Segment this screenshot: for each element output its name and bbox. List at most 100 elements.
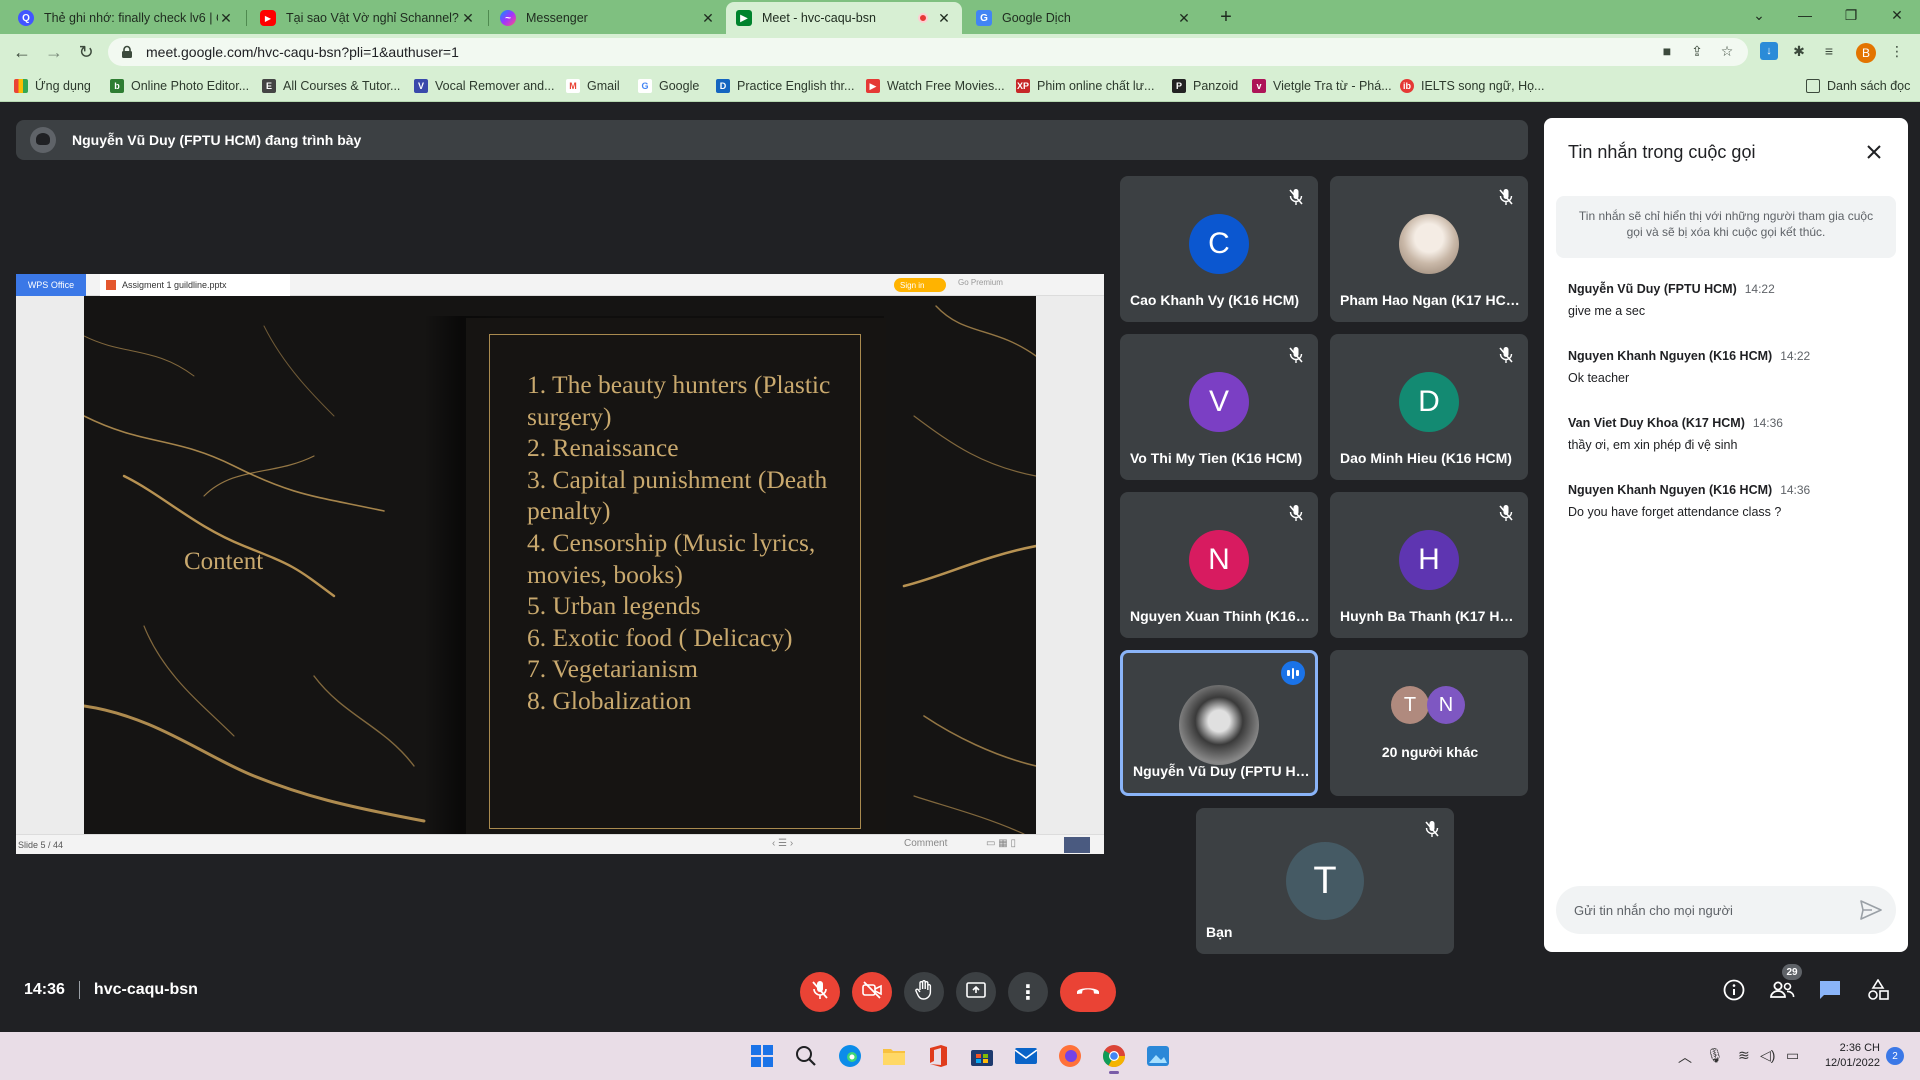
bookmark-ielts[interactable]: ib IELTS song ngữ, Họ... xyxy=(1400,77,1544,95)
media-queue-icon[interactable]: ≡ xyxy=(1820,42,1838,60)
battery-icon[interactable]: ▭ xyxy=(1786,1047,1799,1064)
tab-divider xyxy=(246,10,247,26)
chat-message-header: Nguyễn Vũ Duy (FPTU HCM) 14:22 xyxy=(1568,280,1888,298)
windows-start-icon[interactable] xyxy=(746,1040,778,1072)
topic-item: 8. Globalization xyxy=(527,685,692,715)
participant-tile[interactable]: V Vo Thi My Tien (K16 HCM) xyxy=(1120,334,1318,480)
participant-name: Pham Hao Ngan (K17 HCM) xyxy=(1340,292,1520,308)
activities-button[interactable] xyxy=(1862,976,1894,1008)
minimize-icon[interactable]: — xyxy=(1782,0,1828,30)
browser-tab-messenger[interactable]: ~ Messenger ✕ xyxy=(490,2,726,34)
firefox-icon[interactable] xyxy=(1054,1040,1086,1072)
forward-arrow-icon[interactable]: → xyxy=(42,40,66,64)
window-close-icon[interactable]: ✕ xyxy=(1874,0,1920,30)
profile-avatar[interactable]: B xyxy=(1856,43,1876,63)
practice-english-icon: D xyxy=(716,79,730,93)
meet-stage: Nguyễn Vũ Duy (FPTU HCM) đang trình bày … xyxy=(0,102,1920,1032)
leave-call-button[interactable] xyxy=(1060,972,1116,1012)
slideshow-play-icon xyxy=(1064,837,1090,853)
toggle-mic-button[interactable] xyxy=(800,972,840,1012)
participants-button[interactable] xyxy=(1766,976,1798,1008)
participant-avatar: H xyxy=(1399,530,1459,590)
close-icon[interactable]: ✕ xyxy=(936,10,952,27)
bookmark-apps[interactable]: Ứng dụng xyxy=(14,77,91,95)
tray-expand-icon[interactable]: ︿ xyxy=(1678,1047,1692,1067)
extension-download-icon[interactable]: ↓ xyxy=(1760,42,1778,60)
close-icon[interactable]: ✕ xyxy=(218,10,234,27)
wps-file-name: Assigment 1 guildline.pptx xyxy=(122,280,227,290)
participant-tile[interactable]: N Nguyen Xuan Thinh (K16 HCM) xyxy=(1120,492,1318,638)
edge-icon[interactable] xyxy=(834,1040,866,1072)
bookmark-gmail[interactable]: M Gmail xyxy=(566,77,620,95)
bookmark-movies[interactable]: ▶ Watch Free Movies... xyxy=(866,77,1005,95)
message-sender: Nguyen Khanh Nguyen (K16 HCM) xyxy=(1568,349,1773,363)
others-tile[interactable]: T N 20 người khác xyxy=(1330,650,1528,796)
browser-tab-meet[interactable]: ▶ Meet - hvc-caqu-bsn ✕ xyxy=(726,2,962,34)
new-tab-plus-icon[interactable]: + xyxy=(1214,5,1238,29)
bookmark-photo-editor[interactable]: b Online Photo Editor... xyxy=(110,77,249,95)
meeting-details-button[interactable] xyxy=(1718,976,1750,1008)
bookmark-label: Phim online chất lư... xyxy=(1037,79,1155,93)
reload-icon[interactable]: ↻ xyxy=(74,40,98,64)
photos-icon[interactable] xyxy=(1142,1040,1174,1072)
tab-title: Google Dịch xyxy=(1002,11,1071,25)
back-arrow-icon[interactable]: ← xyxy=(10,40,34,64)
search-icon[interactable] xyxy=(790,1040,822,1072)
topic-item: 5. Urban legends xyxy=(527,591,701,621)
bookmark-panzoid[interactable]: P Panzoid xyxy=(1172,77,1238,95)
participant-tile-speaking[interactable]: Nguyễn Vũ Duy (FPTU HCM) xyxy=(1120,650,1318,796)
volume-icon[interactable]: ◁) xyxy=(1760,1047,1775,1064)
browser-tab-youtube[interactable]: ▶ Tại sao Vật Vờ nghỉ Schannel? - Yo ✕ xyxy=(250,2,486,34)
mail-icon[interactable] xyxy=(1010,1040,1042,1072)
participant-tile[interactable]: C Cao Khanh Vy (K16 HCM) xyxy=(1120,176,1318,322)
store-icon[interactable] xyxy=(966,1040,998,1072)
bookmark-google[interactable]: G Google xyxy=(638,77,699,95)
bookmark-courses[interactable]: E All Courses & Tutor... xyxy=(262,77,400,95)
participant-tile[interactable]: H Huynh Ba Thanh (K17 HCM) xyxy=(1330,492,1528,638)
office-icon[interactable] xyxy=(922,1040,954,1072)
reading-list[interactable]: Danh sách đọc xyxy=(1806,77,1910,95)
close-icon[interactable]: ✕ xyxy=(1176,10,1192,27)
chat-close-icon[interactable] xyxy=(1862,140,1886,164)
present-icon xyxy=(966,981,986,1004)
file-explorer-icon[interactable] xyxy=(878,1040,910,1072)
close-icon[interactable]: ✕ xyxy=(460,10,476,27)
close-icon[interactable]: ✕ xyxy=(700,10,716,27)
more-options-button[interactable]: ⋮ xyxy=(1008,972,1048,1012)
system-clock[interactable]: 2:36 CH 12/01/2022 xyxy=(1810,1041,1880,1071)
shared-screen[interactable]: WPS Office Assigment 1 guildline.pptx Si… xyxy=(16,274,1104,854)
address-bar[interactable]: meet.google.com/hvc-caqu-bsn?pli=1&authu… xyxy=(108,38,1748,66)
bookmark-star-icon[interactable]: ☆ xyxy=(1718,42,1736,60)
extensions-puzzle-icon[interactable]: ✱ xyxy=(1790,42,1808,60)
chat-message-input[interactable] xyxy=(1556,886,1896,934)
participant-tile[interactable]: D Dao Minh Hieu (K16 HCM) xyxy=(1330,334,1528,480)
bookmark-vietgle[interactable]: v Vietgle Tra từ - Phá... xyxy=(1252,77,1392,95)
chat-button[interactable] xyxy=(1814,976,1846,1008)
bookmark-practice-english[interactable]: D Practice English thr... xyxy=(716,77,854,95)
browser-tab-quizlet[interactable]: Q Thẻ ghi nhớ: finally check lv6 | Qu ✕ xyxy=(8,2,244,34)
camera-in-use-icon[interactable]: ■ xyxy=(1658,42,1676,60)
participant-name: Nguyễn Vũ Duy (FPTU HCM) xyxy=(1133,763,1313,779)
prev-slide-icon: ‹ ☰ › xyxy=(772,838,794,849)
info-icon xyxy=(1723,979,1745,1006)
notification-badge[interactable]: 2 xyxy=(1886,1047,1904,1065)
tab-title: Meet - hvc-caqu-bsn xyxy=(762,11,876,25)
bookmark-label: All Courses & Tutor... xyxy=(283,79,401,93)
present-screen-button[interactable] xyxy=(956,972,996,1012)
send-icon[interactable] xyxy=(1860,900,1882,920)
raise-hand-button[interactable] xyxy=(904,972,944,1012)
restore-icon[interactable]: ❐ xyxy=(1828,0,1874,30)
vietgle-icon: v xyxy=(1252,79,1266,93)
browser-tab-google-translate[interactable]: G Google Dịch ✕ xyxy=(966,2,1202,34)
self-tile[interactable]: T Bạn xyxy=(1196,808,1454,954)
reading-list-label: Danh sách đọc xyxy=(1827,79,1911,93)
wifi-icon[interactable]: ≋ xyxy=(1738,1047,1750,1064)
bookmark-phim[interactable]: XP Phim online chất lư... xyxy=(1016,77,1154,95)
more-menu-icon[interactable]: ⋮ xyxy=(1888,42,1906,60)
toggle-camera-button[interactable] xyxy=(852,972,892,1012)
tab-search-chevron-icon[interactable]: ⌄ xyxy=(1736,0,1782,30)
share-page-icon[interactable]: ⇪ xyxy=(1688,42,1706,60)
chrome-icon[interactable] xyxy=(1098,1040,1130,1074)
participant-tile[interactable]: Pham Hao Ngan (K17 HCM) xyxy=(1330,176,1528,322)
bookmark-vocal-remover[interactable]: V Vocal Remover and... xyxy=(414,77,555,95)
